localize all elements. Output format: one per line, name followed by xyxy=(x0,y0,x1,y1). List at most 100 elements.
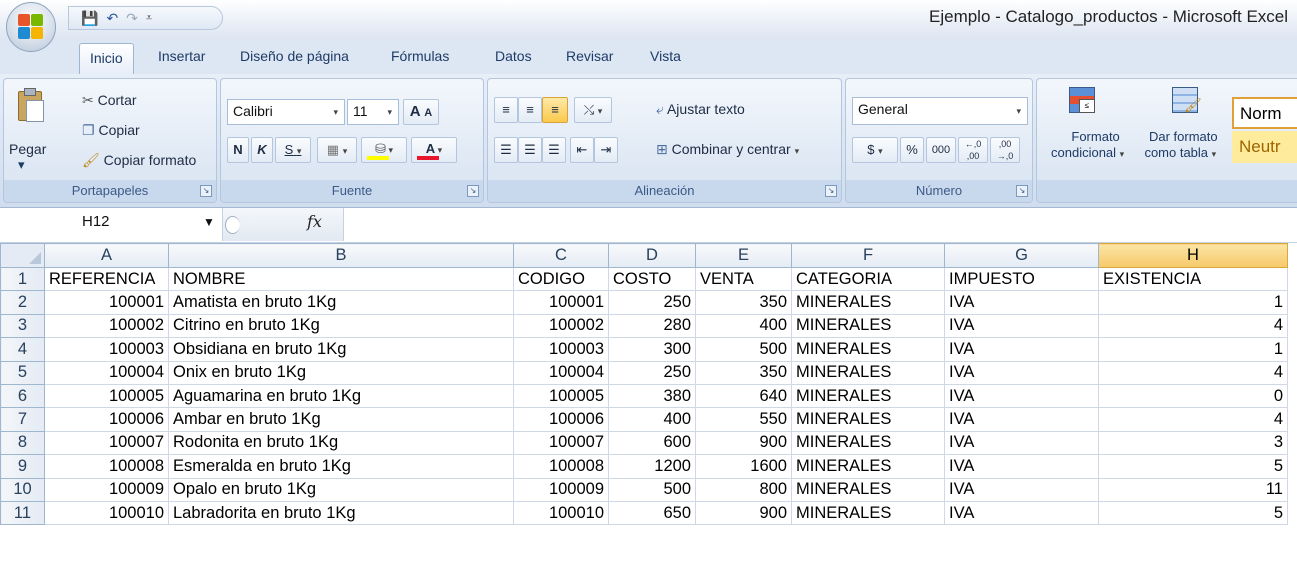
cell-existencia[interactable]: 11 xyxy=(1098,477,1288,502)
cell-costo[interactable]: 600 xyxy=(608,430,696,456)
cell-venta[interactable]: 500 xyxy=(695,337,792,362)
insert-function-button[interactable]: fx xyxy=(307,212,322,231)
cell-categoria[interactable]: MINERALES xyxy=(791,500,945,526)
cell-nombre[interactable]: Onix en bruto 1Kg xyxy=(168,360,514,385)
cell-nombre[interactable]: Opalo en bruto 1Kg xyxy=(168,477,514,502)
grow-font-button[interactable]: A xyxy=(410,103,421,120)
format-as-table-icon[interactable]: 🖌 xyxy=(1172,87,1202,113)
format-as-table-button[interactable]: Dar formato como tabla ▾ xyxy=(1143,129,1217,162)
column-header-d[interactable]: D xyxy=(608,243,696,268)
increase-indent-button[interactable]: ⇥ xyxy=(594,137,618,163)
row-header[interactable]: 6 xyxy=(0,383,45,409)
cell-categoria[interactable]: MINERALES xyxy=(791,313,945,339)
clipboard-launcher-icon[interactable]: ↘ xyxy=(200,185,212,197)
cell-costo[interactable]: 380 xyxy=(608,383,696,409)
cell-nombre[interactable]: Obsidiana en bruto 1Kg xyxy=(168,337,514,362)
align-top-button[interactable]: ≡ xyxy=(494,97,518,123)
font-size-select[interactable]: 11 ▾ xyxy=(347,99,399,125)
cell-referencia[interactable]: 100003 xyxy=(44,337,169,362)
paste-icon[interactable] xyxy=(16,87,44,122)
cell-referencia[interactable]: 100001 xyxy=(44,290,169,315)
underline-button[interactable]: S ▾ xyxy=(275,137,311,163)
cell-impuesto[interactable]: IVA xyxy=(944,477,1099,502)
cell-categoria[interactable]: MINERALES xyxy=(791,337,945,362)
fill-color-button[interactable]: ⛁ ▾ xyxy=(361,137,407,163)
cell-codigo[interactable]: 100001 xyxy=(513,290,609,315)
save-icon[interactable]: 💾 xyxy=(81,10,98,27)
cell-costo[interactable]: 250 xyxy=(608,360,696,385)
tab-formulas[interactable]: Fórmulas xyxy=(391,48,449,64)
increase-decimal-button[interactable]: ←,0 ,00 xyxy=(958,137,988,163)
cell-venta[interactable]: 350 xyxy=(695,290,792,315)
name-box-dropdown-icon[interactable]: ▼ xyxy=(203,215,215,229)
cell-impuesto[interactable]: IVA xyxy=(944,407,1099,432)
header-cell-impuesto[interactable]: IMPUESTO xyxy=(944,266,1099,292)
cell-existencia[interactable]: 4 xyxy=(1098,407,1288,432)
row-header[interactable]: 2 xyxy=(0,290,45,315)
cell-codigo[interactable]: 100006 xyxy=(513,407,609,432)
style-neutral[interactable]: Neutr xyxy=(1232,131,1297,163)
font-color-button[interactable]: A ▾ xyxy=(411,137,457,163)
cell-referencia[interactable]: 100009 xyxy=(44,477,169,502)
conditional-format-icon[interactable]: ≤ xyxy=(1069,87,1095,113)
header-cell-venta[interactable]: VENTA xyxy=(695,266,792,292)
cell-venta[interactable]: 550 xyxy=(695,407,792,432)
row-header[interactable]: 11 xyxy=(0,500,45,526)
formula-input[interactable] xyxy=(344,215,1284,235)
cell-referencia[interactable]: 100010 xyxy=(44,500,169,526)
cell-existencia[interactable]: 1 xyxy=(1098,290,1288,315)
row-header[interactable]: 3 xyxy=(0,313,45,339)
cell-costo[interactable]: 400 xyxy=(608,407,696,432)
cell-categoria[interactable]: MINERALES xyxy=(791,360,945,385)
cell-nombre[interactable]: Labradorita en bruto 1Kg xyxy=(168,500,514,526)
percent-button[interactable]: % xyxy=(900,137,924,163)
paste-button[interactable]: Pegar xyxy=(9,141,46,157)
cell-referencia[interactable]: 100004 xyxy=(44,360,169,385)
tab-revisar[interactable]: Revisar xyxy=(566,48,613,64)
cell-impuesto[interactable]: IVA xyxy=(944,430,1099,456)
tab-inicio[interactable]: Inicio xyxy=(79,43,134,74)
cell-venta[interactable]: 640 xyxy=(695,383,792,409)
cell-costo[interactable]: 250 xyxy=(608,290,696,315)
cell-existencia[interactable]: 5 xyxy=(1098,454,1288,479)
cell-codigo[interactable]: 100002 xyxy=(513,313,609,339)
cell-nombre[interactable]: Citrino en bruto 1Kg xyxy=(168,313,514,339)
cell-categoria[interactable]: MINERALES xyxy=(791,477,945,502)
cell-codigo[interactable]: 100009 xyxy=(513,477,609,502)
cell-impuesto[interactable]: IVA xyxy=(944,360,1099,385)
cell-codigo[interactable]: 100003 xyxy=(513,337,609,362)
redo-icon[interactable]: ↷ xyxy=(126,10,138,27)
column-header-a[interactable]: A xyxy=(44,243,169,268)
undo-icon[interactable]: ↶ xyxy=(106,10,118,27)
cell-codigo[interactable]: 100010 xyxy=(513,500,609,526)
cell-nombre[interactable]: Amatista en bruto 1Kg xyxy=(168,290,514,315)
row-header[interactable]: 4 xyxy=(0,337,45,362)
tab-vista[interactable]: Vista xyxy=(650,48,681,64)
column-header-c[interactable]: C xyxy=(513,243,609,268)
cell-codigo[interactable]: 100007 xyxy=(513,430,609,456)
cell-categoria[interactable]: MINERALES xyxy=(791,430,945,456)
italic-button[interactable]: K xyxy=(251,137,273,163)
conditional-format-button[interactable]: Formato condicional ▾ xyxy=(1051,129,1124,162)
row-header[interactable]: 8 xyxy=(0,430,45,456)
cell-referencia[interactable]: 100008 xyxy=(44,454,169,479)
header-cell-nombre[interactable]: NOMBRE xyxy=(168,266,514,292)
header-cell-categoria[interactable]: CATEGORIA xyxy=(791,266,945,292)
decrease-decimal-button[interactable]: ,00 →,0 xyxy=(990,137,1020,163)
cell-venta[interactable]: 900 xyxy=(695,500,792,526)
office-button[interactable] xyxy=(6,2,56,52)
cell-impuesto[interactable]: IVA xyxy=(944,290,1099,315)
number-launcher-icon[interactable]: ↘ xyxy=(1016,185,1028,197)
cell-costo[interactable]: 280 xyxy=(608,313,696,339)
cell-codigo[interactable]: 100004 xyxy=(513,360,609,385)
thousands-separator-button[interactable]: 000 xyxy=(926,137,956,163)
shrink-font-button[interactable]: A xyxy=(424,107,432,119)
cell-impuesto[interactable]: IVA xyxy=(944,337,1099,362)
cell-referencia[interactable]: 100007 xyxy=(44,430,169,456)
align-left-button[interactable]: ☰ xyxy=(494,137,518,163)
cell-venta[interactable]: 800 xyxy=(695,477,792,502)
cell-codigo[interactable]: 100008 xyxy=(513,454,609,479)
cell-referencia[interactable]: 100006 xyxy=(44,407,169,432)
row-header[interactable]: 5 xyxy=(0,360,45,385)
cell-nombre[interactable]: Ambar en bruto 1Kg xyxy=(168,407,514,432)
